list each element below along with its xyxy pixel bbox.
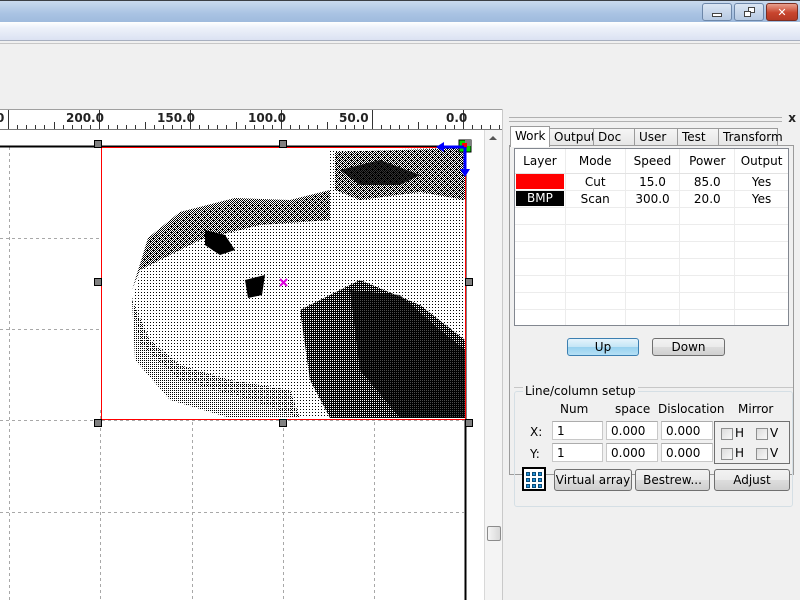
layer-color-swatch[interactable] xyxy=(516,174,564,189)
table-row[interactable]: Cut 15.0 85.0 Yes xyxy=(515,174,788,191)
panel-close-icon[interactable]: x xyxy=(788,111,796,125)
title-bar: ✕ xyxy=(0,0,800,22)
power-cell: 20.0 xyxy=(680,191,736,207)
toolbar-area xyxy=(0,43,800,109)
resize-handle-middle-right[interactable] xyxy=(465,278,473,286)
column-header-mode[interactable]: Mode xyxy=(566,149,626,173)
column-header-output[interactable]: Output xyxy=(735,149,788,173)
x-label: X: xyxy=(530,425,543,439)
resize-handle-bottom-middle[interactable] xyxy=(279,419,287,427)
empty-row xyxy=(515,293,788,310)
space-label: space xyxy=(615,402,651,416)
tab-work[interactable]: Work xyxy=(510,126,550,147)
output-cell: Yes xyxy=(751,192,772,206)
empty-row xyxy=(515,208,788,225)
mode-cell: Scan xyxy=(566,191,626,207)
h-label: H xyxy=(735,426,745,440)
power-cell: 85.0 xyxy=(680,174,736,190)
empty-row xyxy=(515,242,788,259)
v-label: V xyxy=(770,426,779,440)
mirror-label: Mirror xyxy=(738,402,774,416)
virtual-array-button[interactable]: Virtual array xyxy=(554,469,632,491)
scroll-thumb[interactable] xyxy=(487,526,501,541)
bestrew-button[interactable]: Bestrew... xyxy=(635,469,710,491)
ruler-label: 0 xyxy=(0,111,4,125)
panel-grip[interactable] xyxy=(509,117,782,122)
ruler-label: 50.0 xyxy=(339,111,369,125)
minimize-icon xyxy=(712,12,722,17)
y-mirror-v-checkbox[interactable] xyxy=(756,448,768,460)
canvas-vertical-scrollbar[interactable] xyxy=(484,130,502,600)
output-cell: Yes xyxy=(751,175,772,189)
column-header-power[interactable]: Power xyxy=(680,149,736,173)
ruler-label: 200.0 xyxy=(66,111,104,125)
layer-table[interactable]: Layer Mode Speed Power Output Cut 15.0 8… xyxy=(514,148,789,326)
resize-handle-middle-left[interactable] xyxy=(94,278,102,286)
x-mirror-h-checkbox[interactable] xyxy=(721,428,733,440)
x-mirror-v-checkbox[interactable] xyxy=(756,428,768,440)
work-tab-content: Layer Mode Speed Power Output Cut 15.0 8… xyxy=(509,145,794,507)
dislocation-label: Dislocation xyxy=(658,402,725,416)
resize-handle-bottom-right[interactable] xyxy=(465,419,473,427)
menu-bar xyxy=(0,22,800,41)
ruler-label: 0.0 xyxy=(446,111,468,125)
resize-handle-top-left[interactable] xyxy=(94,140,102,148)
empty-row xyxy=(515,225,788,242)
array-grid-icon[interactable] xyxy=(522,467,546,491)
adjust-button[interactable]: Adjust xyxy=(714,469,790,491)
layer-color-swatch[interactable]: BMP xyxy=(516,191,564,206)
h-label: H xyxy=(735,446,745,460)
restore-button[interactable] xyxy=(734,3,764,21)
work-panel: x Work Output Doc User Test Transform La… xyxy=(505,109,800,600)
line-column-setup-group: Line/column setup Num space Dislocation … xyxy=(514,384,793,507)
y-space-input[interactable] xyxy=(606,443,658,462)
close-icon: ✕ xyxy=(777,5,787,19)
table-row[interactable]: BMP Scan 300.0 20.0 Yes xyxy=(515,191,788,208)
ruler-label: 150.0 xyxy=(157,111,195,125)
x-dislocation-input[interactable] xyxy=(661,421,713,440)
horizontal-ruler: 0 200.0 150.0 100.0 50.0 0.0 xyxy=(0,109,502,130)
empty-row xyxy=(515,259,788,276)
restore-icon xyxy=(743,7,755,17)
column-header-layer[interactable]: Layer xyxy=(515,149,566,173)
y-num-input[interactable] xyxy=(552,443,603,462)
empty-row xyxy=(515,276,788,293)
layer-table-header: Layer Mode Speed Power Output xyxy=(515,149,788,174)
resize-handle-bottom-left[interactable] xyxy=(94,419,102,427)
column-header-speed[interactable]: Speed xyxy=(626,149,681,173)
work-canvas[interactable] xyxy=(0,130,484,600)
y-mirror-h-checkbox[interactable] xyxy=(721,448,733,460)
resize-handle-top-middle[interactable] xyxy=(279,140,287,148)
empty-row xyxy=(515,310,788,325)
num-label: Num xyxy=(560,402,589,416)
window-controls: ✕ xyxy=(702,3,798,21)
mirror-box: H V H V xyxy=(714,421,790,464)
layer-down-button[interactable]: Down xyxy=(652,338,725,356)
x-space-input[interactable] xyxy=(606,421,658,440)
close-button[interactable]: ✕ xyxy=(766,3,798,21)
x-num-input[interactable] xyxy=(552,421,603,440)
v-label: V xyxy=(770,446,779,460)
panel-tabs: Work Output Doc User Test Transform xyxy=(510,126,783,147)
layer-cell xyxy=(515,174,566,190)
speed-cell: 300.0 xyxy=(626,191,681,207)
y-dislocation-input[interactable] xyxy=(661,443,713,462)
scroll-up-arrow-icon[interactable] xyxy=(489,136,497,140)
layer-cell: BMP xyxy=(515,191,566,207)
ruler-label: 100.0 xyxy=(248,111,286,125)
group-title: Line/column setup xyxy=(523,384,638,398)
mode-cell: Cut xyxy=(566,174,626,190)
y-label: Y: xyxy=(530,447,540,461)
canvas-drawing xyxy=(0,139,473,600)
layer-up-button[interactable]: Up xyxy=(567,338,639,356)
speed-cell: 15.0 xyxy=(626,174,681,190)
minimize-button[interactable] xyxy=(702,3,732,21)
